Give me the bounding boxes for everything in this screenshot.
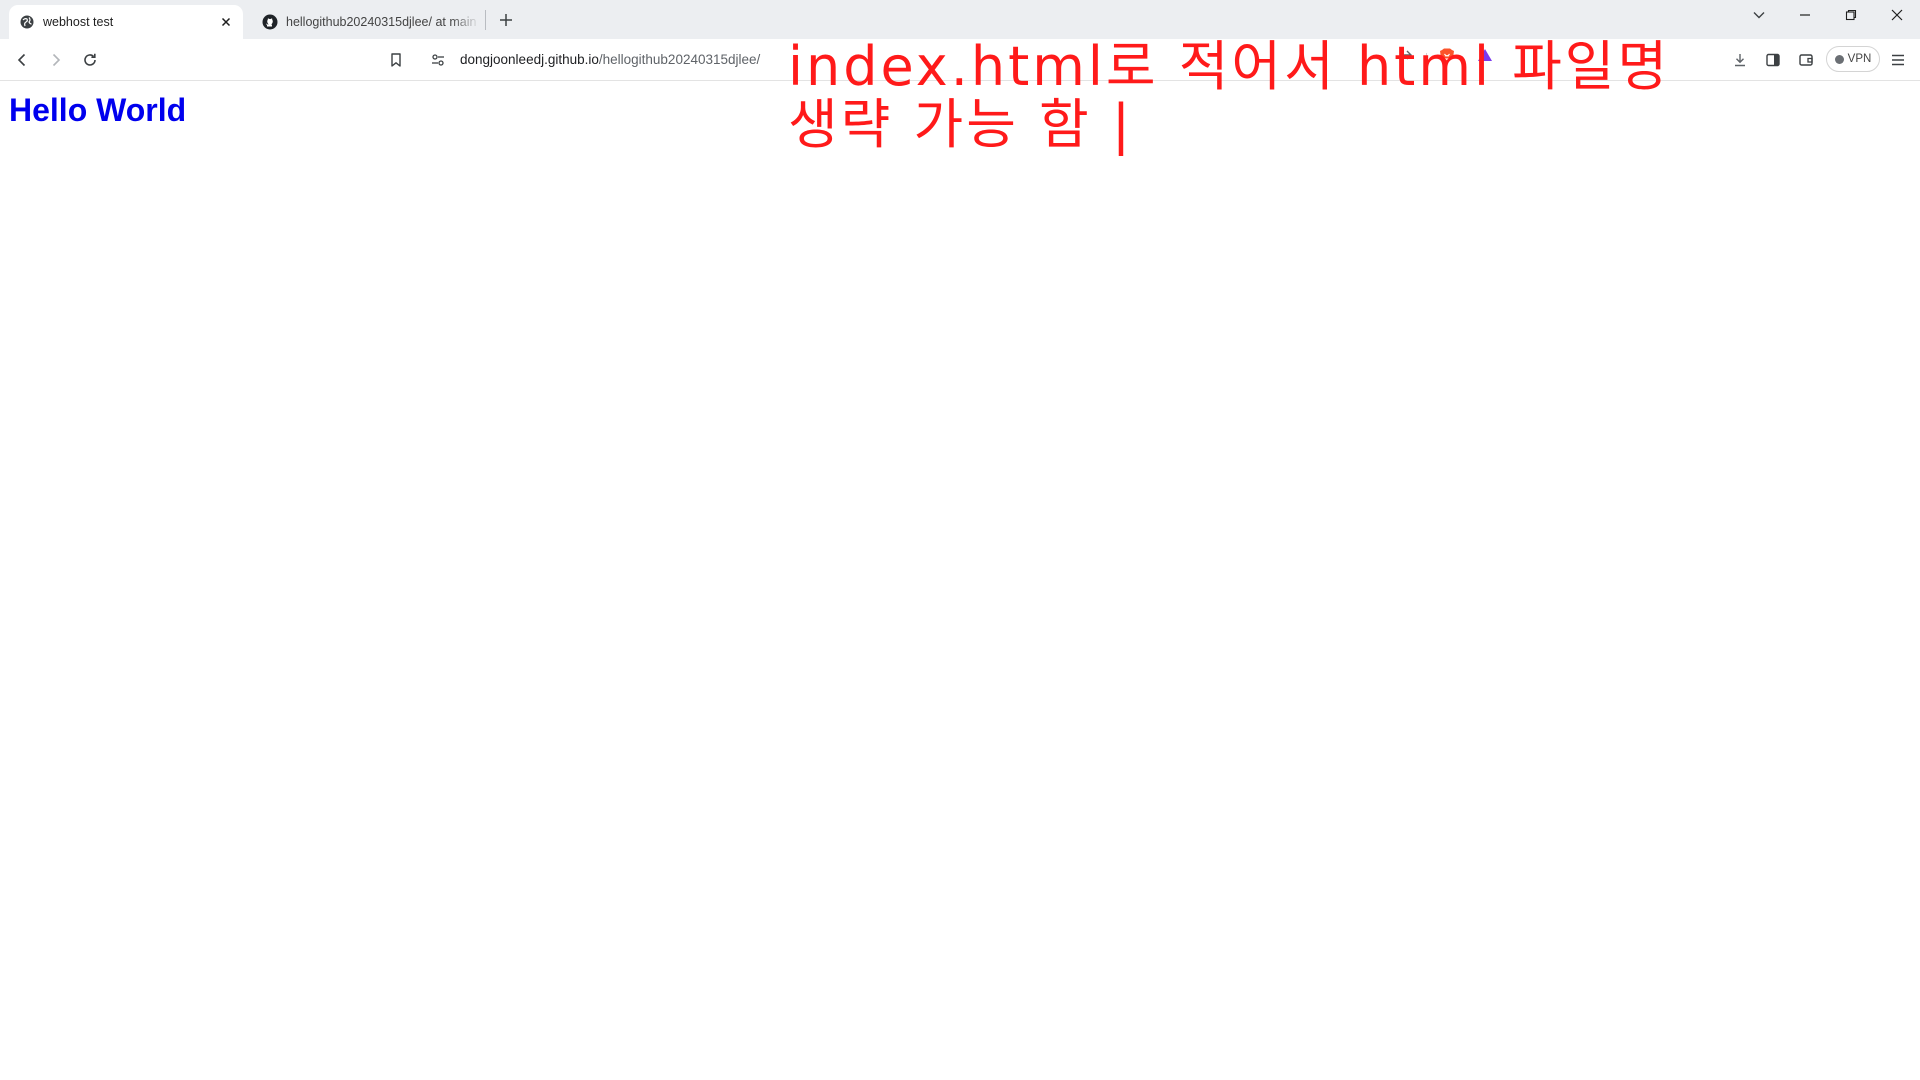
brave-shields-button[interactable] [1438, 47, 1456, 65]
arrow-left-icon [17, 53, 26, 67]
tab-title: webhost test [43, 15, 114, 29]
minimize-icon [1800, 14, 1810, 16]
restore-button[interactable] [1828, 0, 1874, 30]
tab-separator [485, 10, 486, 30]
reload-button[interactable] [78, 48, 102, 72]
browser-toolbar: dongjoonleedj.github.io/hellogithub20240… [0, 39, 1920, 81]
annotation-line-2: 생략 가능 함 | [788, 93, 1134, 156]
arrow-right-icon [52, 53, 61, 67]
forward-button[interactable] [44, 48, 68, 72]
restore-icon [1845, 9, 1857, 21]
url-host: dongjoonleedj.github.io [460, 52, 599, 67]
page-heading: Hello World [9, 92, 187, 128]
new-tab-button[interactable] [494, 8, 518, 32]
globe-icon [19, 14, 35, 30]
chevron-down-icon [1753, 12, 1765, 19]
brave-rewards-button[interactable] [1476, 47, 1494, 65]
close-window-button[interactable] [1874, 0, 1920, 30]
tab-strip: webhost test hellogithub20240315djlee/ a… [0, 0, 1920, 39]
close-icon [1891, 9, 1903, 21]
github-icon [262, 14, 278, 30]
url-text[interactable]: dongjoonleedj.github.io/hellogithub20240… [460, 52, 760, 67]
site-settings-icon[interactable] [430, 52, 446, 68]
bookmark-button[interactable] [384, 48, 408, 72]
brave-rewards-icon [1478, 49, 1492, 61]
brave-lion-icon [1440, 48, 1454, 64]
vpn-status-icon [1834, 54, 1844, 64]
main-menu-button[interactable] [1886, 48, 1910, 72]
tab-title: hellogithub20240315djlee/ at main [286, 15, 477, 29]
downloads-button[interactable] [1728, 48, 1752, 72]
address-bar[interactable]: dongjoonleedj.github.io/hellogithub20240… [420, 44, 1420, 76]
tab-github-repo[interactable]: hellogithub20240315djlee/ at main [252, 5, 480, 39]
vpn-label: VPN [1847, 53, 1872, 65]
wallet-button[interactable] [1794, 48, 1818, 72]
sidebar-button[interactable] [1761, 48, 1785, 72]
share-icon [1400, 50, 1412, 61]
wallet-icon [1799, 54, 1813, 66]
tab-webhost-test[interactable]: webhost test [9, 5, 243, 39]
tab-search-button[interactable] [1736, 0, 1782, 30]
sidebar-icon [1766, 53, 1780, 67]
hamburger-menu-icon [1892, 54, 1904, 66]
share-button[interactable] [1397, 47, 1415, 65]
close-tab-icon[interactable] [218, 14, 234, 30]
minimize-button[interactable] [1782, 0, 1828, 30]
bookmark-icon [391, 53, 401, 67]
download-icon [1735, 54, 1745, 67]
back-button[interactable] [10, 48, 34, 72]
plus-icon [500, 14, 512, 26]
vpn-button[interactable]: VPN [1826, 46, 1880, 72]
url-path: /hellogithub20240315djlee/ [598, 52, 761, 67]
reload-icon [84, 53, 96, 66]
address-divider [1426, 53, 1427, 69]
